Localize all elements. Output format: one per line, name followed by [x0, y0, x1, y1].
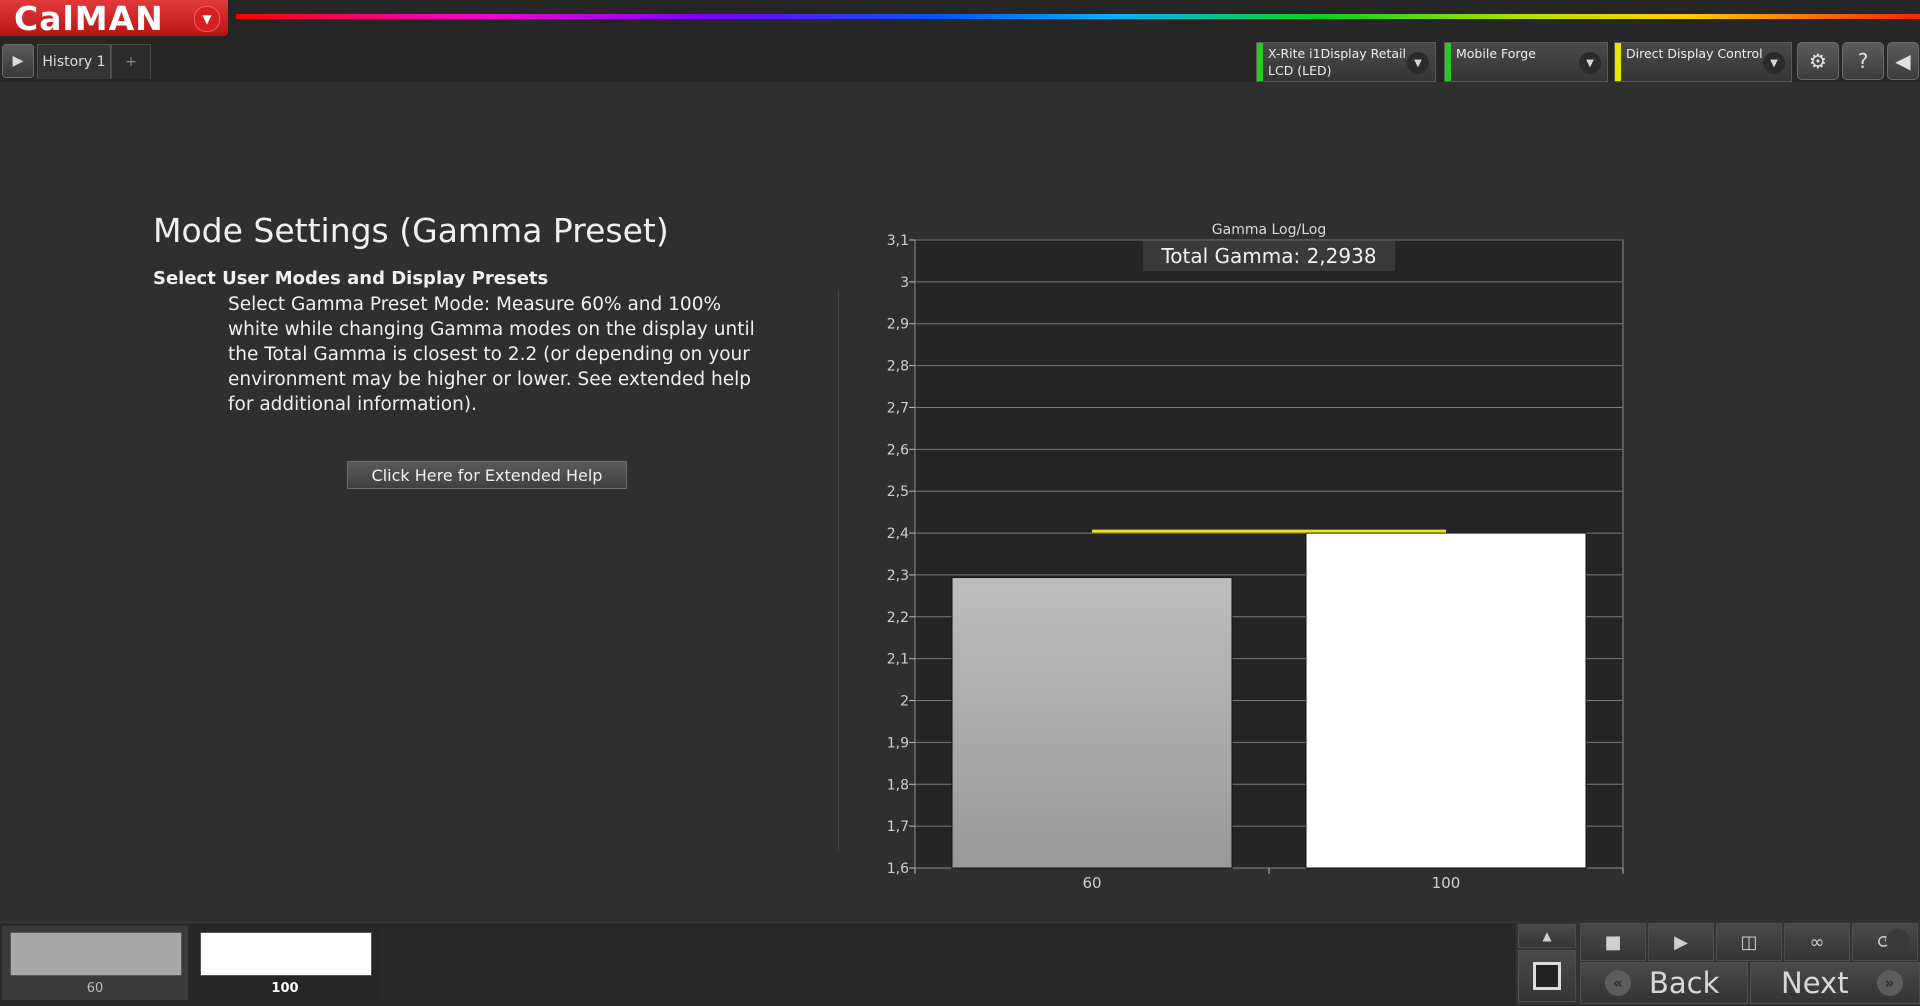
y-tick-label: 3,1 [887, 233, 909, 249]
y-tick-label: 2,1 [887, 652, 909, 668]
back-label: Back [1649, 966, 1720, 1000]
tab-history-1[interactable]: History 1 [37, 44, 111, 79]
collapse-left-icon[interactable]: ◀ [1887, 42, 1919, 80]
help-icon[interactable]: ? [1842, 42, 1884, 80]
y-tick-label: 2,5 [887, 484, 909, 500]
page-title: Mode Settings (Gamma Preset) [153, 211, 669, 250]
device-source-selector[interactable]: Mobile Forge ▼ [1444, 42, 1608, 82]
top-bar: CalMAN ▼ ▶ History 1 + X-Rite i1Display … [0, 0, 1920, 82]
y-tick-label: 2,2 [887, 610, 909, 626]
swatch-60[interactable]: 60 [2, 926, 188, 1000]
y-tick-label: 1,8 [887, 777, 909, 793]
y-tick-label: 1,9 [887, 735, 909, 751]
record-icon[interactable] [1878, 923, 1918, 959]
y-tick-label: 2,3 [887, 568, 909, 584]
device-name: Mobile Forge [1456, 46, 1536, 61]
color-swatch [10, 932, 182, 976]
instructions-text: Select Gamma Preset Mode: Measure 60% an… [228, 294, 755, 415]
y-tick-label: 1,7 [887, 819, 909, 835]
add-tab-button[interactable]: + [111, 44, 151, 79]
device-meter-selector[interactable]: X-Rite i1Display Retail LCD (LED) ▼ [1256, 42, 1436, 82]
x-tick-label: 100 [1432, 874, 1461, 892]
x-tick-label: 60 [1082, 874, 1101, 892]
stop-icon[interactable]: ■ [1580, 923, 1646, 961]
total-gamma-label: Total Gamma: 2,2938 [1160, 244, 1376, 268]
bar-100 [1305, 532, 1587, 869]
chevron-left-double-icon: « [1605, 970, 1631, 996]
stop-icon[interactable] [1518, 950, 1576, 1002]
device-display-selector[interactable]: Direct Display Control ▼ [1614, 42, 1792, 82]
back-button[interactable]: « Back [1580, 962, 1748, 1004]
color-swatch [200, 932, 372, 976]
extended-help-button[interactable]: Click Here for Extended Help [347, 461, 627, 489]
gear-icon[interactable]: ⚙ [1797, 42, 1839, 80]
play-icon[interactable]: ▶ [1648, 923, 1714, 961]
status-indicator [1615, 43, 1621, 81]
swatch-label: 100 [271, 981, 299, 996]
device-name: Direct Display Control [1626, 46, 1763, 61]
y-tick-label: 2,6 [887, 442, 909, 458]
bar-60 [951, 577, 1233, 869]
eject-icon[interactable]: ▲ [1518, 924, 1576, 948]
next-button[interactable]: Next » [1750, 962, 1920, 1004]
status-indicator [1257, 43, 1263, 81]
y-tick-label: 2,4 [887, 526, 909, 542]
loop-icon[interactable]: ∞ [1784, 923, 1850, 961]
chevron-down-icon[interactable]: ▼ [1407, 52, 1429, 74]
y-tick-label: 2,7 [887, 400, 909, 416]
y-tick-label: 2,9 [887, 317, 909, 333]
chevron-right-double-icon: » [1876, 970, 1903, 996]
status-indicator [1445, 43, 1451, 81]
device-name: X-Rite i1Display Retail [1268, 46, 1406, 61]
divider [838, 290, 839, 850]
chevron-down-icon[interactable]: ▼ [194, 6, 220, 32]
chevron-down-icon[interactable]: ▼ [1579, 52, 1601, 74]
rainbow-strip [236, 14, 1920, 19]
chart-title: Gamma Log/Log [1212, 222, 1326, 238]
y-tick-label: 1,6 [887, 861, 909, 877]
logo-text: CalMAN [14, 0, 164, 38]
swatch-100[interactable]: 100 [192, 926, 378, 1000]
chevron-down-icon[interactable]: ▼ [1763, 52, 1785, 74]
y-tick-label: 3 [900, 275, 909, 291]
calman-logo[interactable]: CalMAN ▼ [0, 0, 228, 38]
next-label: Next [1781, 966, 1849, 1000]
read-continuous-icon[interactable]: ◫ [1716, 923, 1782, 961]
section-subtitle: Select User Modes and Display Presets [153, 268, 549, 289]
swatch-label: 60 [86, 981, 104, 996]
play-icon[interactable]: ▶ [2, 44, 34, 78]
y-tick-label: 2,8 [887, 359, 909, 375]
device-mode: LCD (LED) [1268, 63, 1332, 78]
gamma-chart: Gamma Log/Log 1,6 1,7 1,8 1,9 2 2,1 2,2 2,3 2,4 2,… [887, 222, 1624, 892]
y-tick-label: 2 [900, 694, 909, 710]
